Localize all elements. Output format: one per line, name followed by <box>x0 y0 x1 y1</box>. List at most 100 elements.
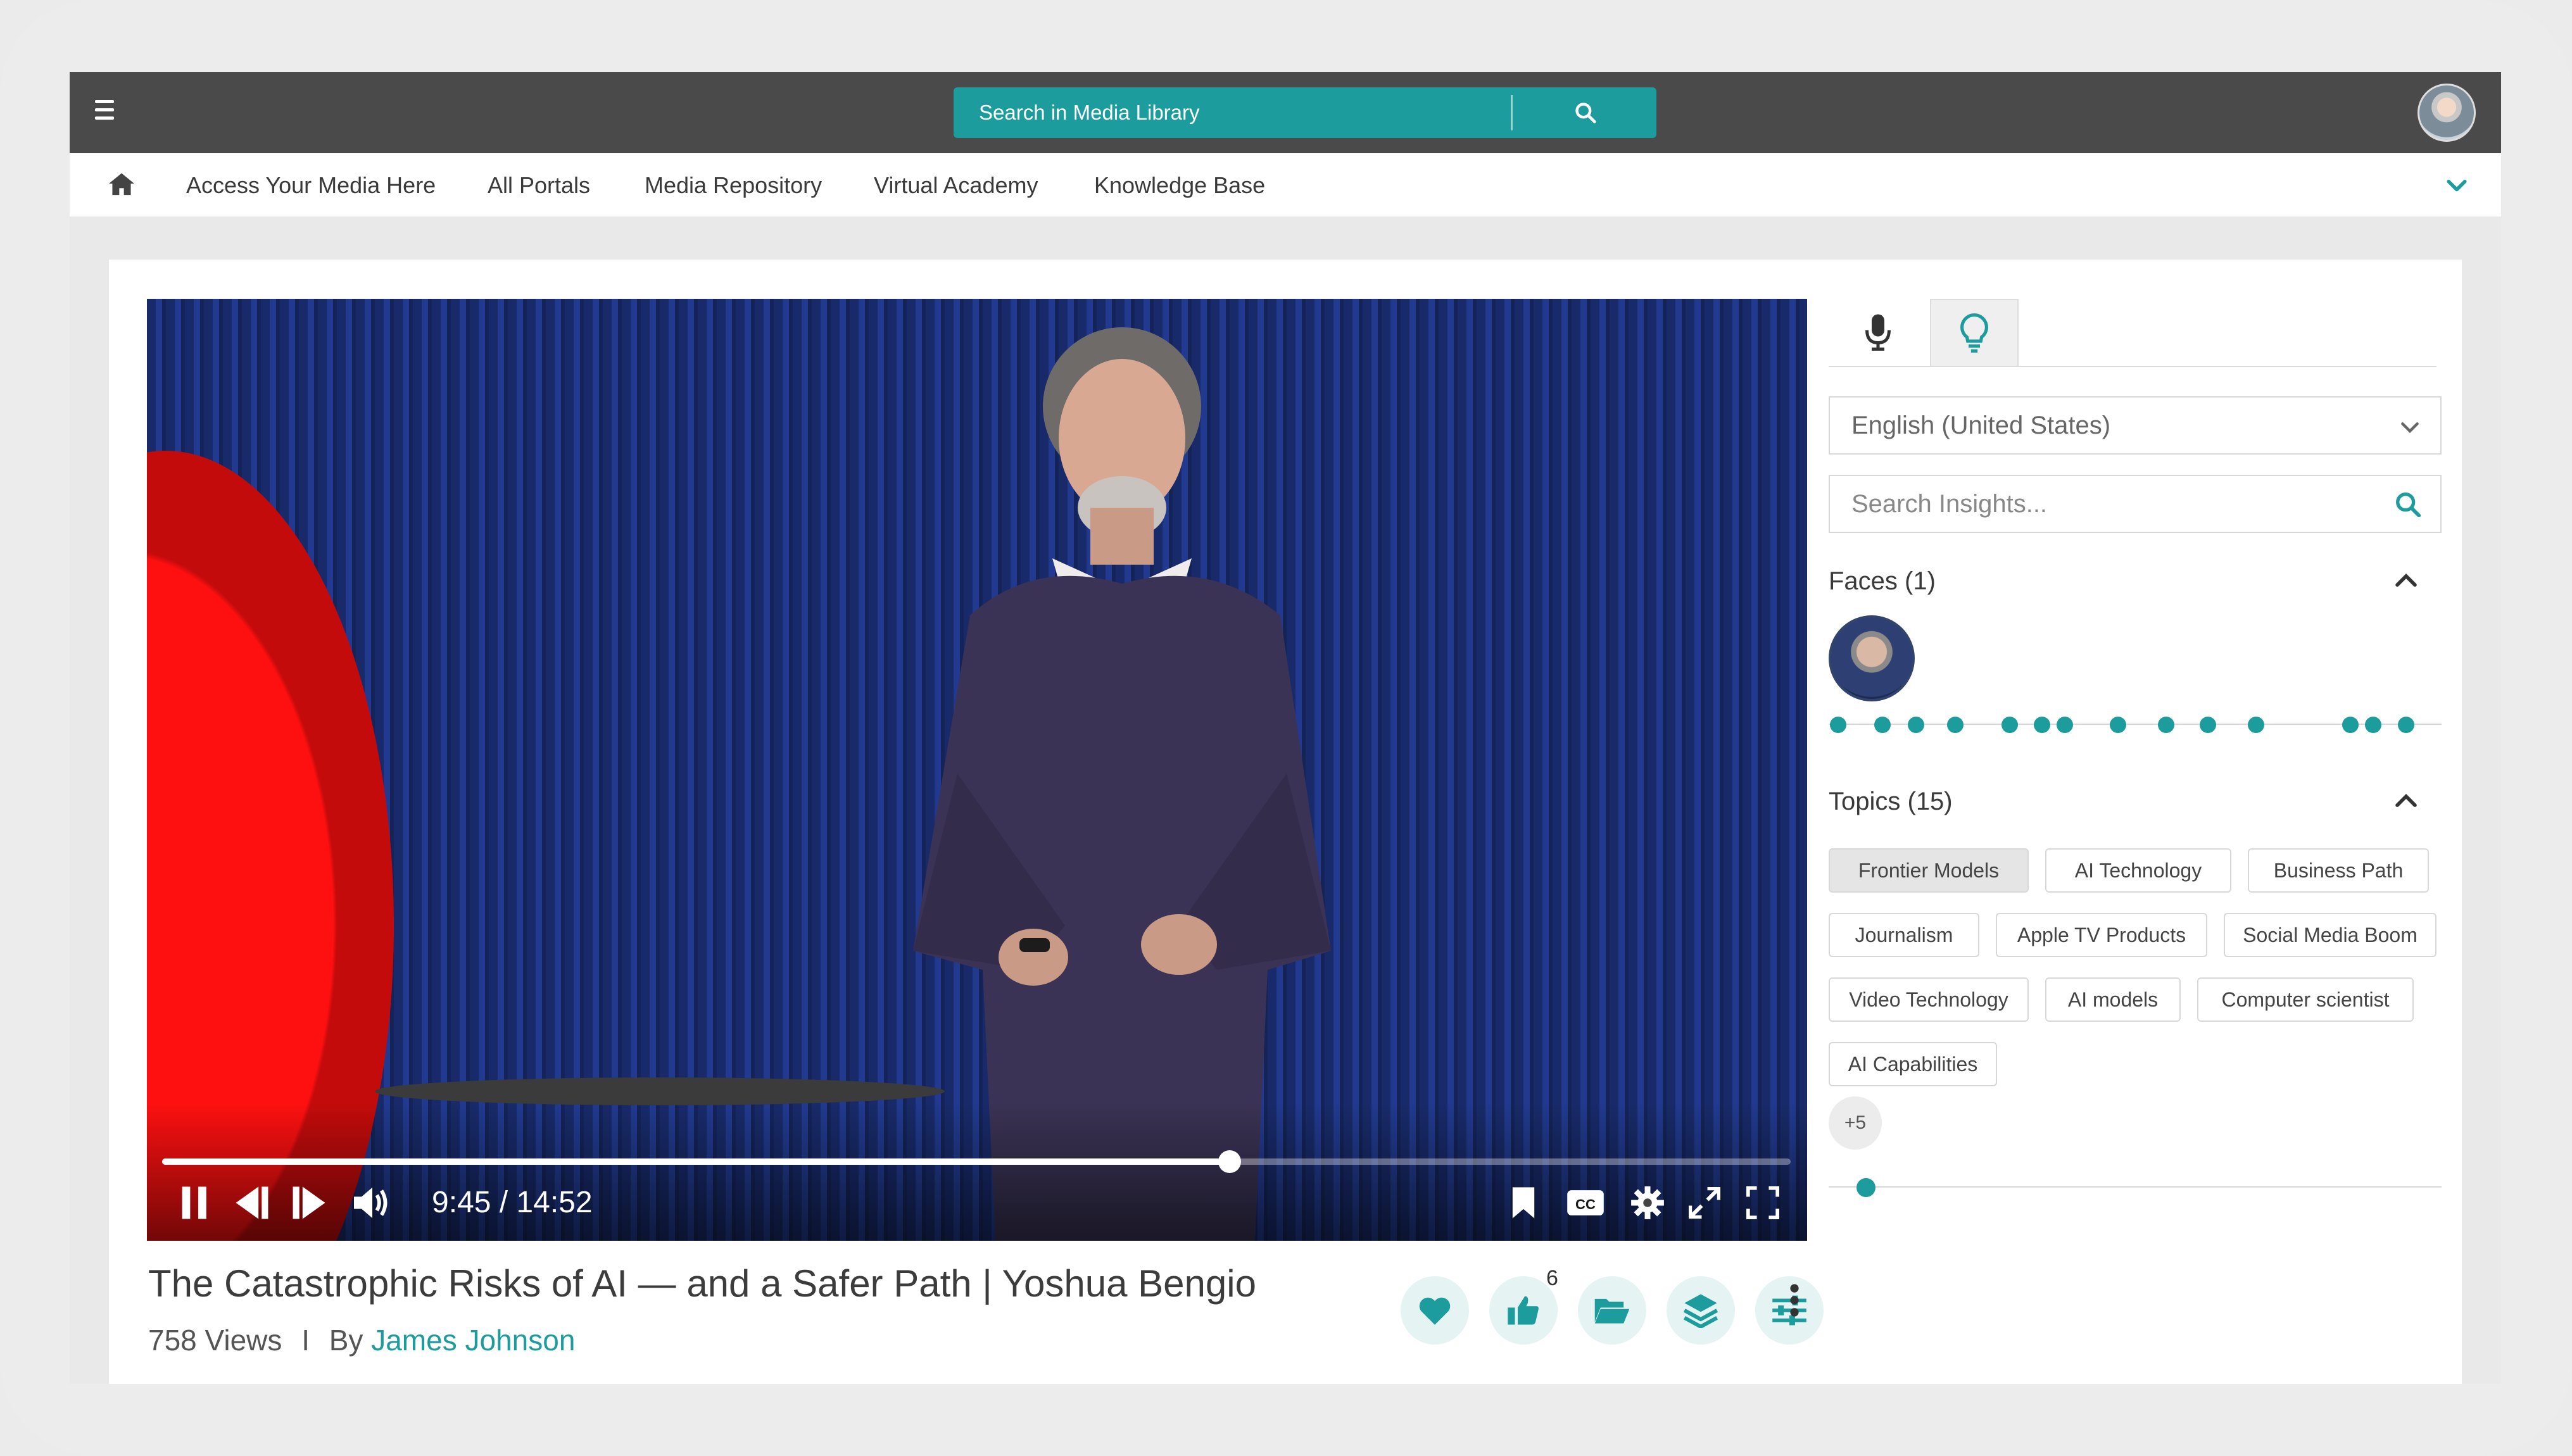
media-search-bar <box>954 87 1656 138</box>
media-search-input[interactable] <box>954 87 1511 138</box>
appearance-marker[interactable] <box>2200 717 2217 733</box>
search-icon <box>1575 103 1596 123</box>
face-timeline <box>1829 715 2442 734</box>
home-link[interactable] <box>108 171 136 199</box>
pause-button[interactable] <box>175 1177 215 1228</box>
fullscreen-button[interactable] <box>1743 1177 1783 1228</box>
expand-button[interactable] <box>1684 1177 1725 1228</box>
nav-item-all-portals[interactable]: All Portals <box>488 172 590 199</box>
meta-separator: I <box>301 1324 310 1357</box>
appearance-marker[interactable] <box>1829 717 1846 733</box>
chevron-up-icon[interactable] <box>2391 785 2421 815</box>
appearance-marker[interactable] <box>2342 717 2359 733</box>
fullscreen-icon <box>1746 1186 1779 1219</box>
topic-chip[interactable]: Computer scientist <box>2197 977 2414 1022</box>
seek-bar[interactable] <box>162 1150 1791 1173</box>
gear-icon <box>1631 1186 1664 1219</box>
chevron-down-icon <box>2447 179 2467 192</box>
like-count: 6 <box>1546 1266 1558 1290</box>
topic-chip[interactable]: AI models <box>2045 977 2181 1022</box>
favorite-button[interactable] <box>1401 1276 1469 1345</box>
microphone-icon <box>1865 314 1891 351</box>
more-options-button[interactable] <box>1788 1284 1801 1320</box>
add-to-folder-button[interactable] <box>1578 1276 1646 1345</box>
forward-button[interactable] <box>287 1177 331 1228</box>
time-display: 9:45 / 14:52 <box>432 1186 593 1219</box>
more-topics-button[interactable]: +5 <box>1829 1096 1882 1150</box>
topic-chip[interactable]: Frontier Models <box>1829 848 2029 893</box>
volume-button[interactable] <box>347 1177 398 1228</box>
chevron-up-icon[interactable] <box>2391 565 2421 595</box>
chevron-down-icon <box>2401 422 2419 434</box>
appearance-marker[interactable] <box>2109 717 2126 733</box>
step-back-icon <box>236 1186 268 1219</box>
appearance-marker[interactable] <box>1947 717 1964 733</box>
view-count: 758 Views <box>148 1324 282 1357</box>
topic-chip[interactable]: Business Path <box>2248 848 2429 893</box>
lightbulb-icon <box>1960 313 1988 353</box>
appearance-marker[interactable] <box>2397 717 2414 733</box>
nav-expand-button[interactable] <box>2443 172 2471 203</box>
appearance-marker[interactable] <box>2001 717 2018 733</box>
by-label: By <box>329 1324 363 1357</box>
content-card: 9:45 / 14:52 CC The Catastrophic Risks o… <box>109 260 2462 1384</box>
tab-insights[interactable] <box>1930 299 2019 366</box>
insights-search-input[interactable] <box>1830 476 2362 532</box>
nav-item-access-media[interactable]: Access Your Media Here <box>186 172 436 199</box>
video-title: The Catastrophic Risks of AI — and a Saf… <box>148 1262 1256 1305</box>
menu-icon[interactable] <box>95 100 114 125</box>
rewind-button[interactable] <box>230 1177 274 1228</box>
kebab-menu-icon <box>1790 1284 1799 1317</box>
layers-icon <box>1683 1294 1718 1328</box>
thumbs-up-icon <box>1508 1296 1539 1325</box>
insights-panel: English (United States) Faces (1) Topics… <box>1829 299 2443 1248</box>
volume-icon <box>354 1187 388 1219</box>
video-meta: 758 Views I By James Johnson <box>148 1323 575 1357</box>
face-thumbnail[interactable] <box>1829 615 1915 701</box>
topic-chip[interactable]: AI Technology <box>2045 848 2231 893</box>
top-bar <box>70 72 2501 153</box>
user-avatar[interactable] <box>2418 84 2476 142</box>
settings-button[interactable] <box>1626 1177 1669 1228</box>
nav-item-virtual-academy[interactable]: Virtual Academy <box>874 172 1038 199</box>
appearance-marker[interactable] <box>2364 717 2381 733</box>
seek-bar-played <box>162 1158 1230 1165</box>
author-link[interactable]: James Johnson <box>371 1324 575 1357</box>
search-button[interactable] <box>1514 87 1656 138</box>
appearance-marker[interactable] <box>2247 717 2264 733</box>
insights-search <box>1829 475 2442 533</box>
step-forward-icon <box>293 1186 325 1219</box>
faces-title: Faces (1) <box>1829 567 1936 595</box>
topic-chip[interactable]: AI Capabilities <box>1829 1042 1997 1086</box>
topic-chip[interactable]: Social Media Boom <box>2224 913 2436 957</box>
layers-button[interactable] <box>1667 1276 1735 1345</box>
expand-arrows-icon <box>1689 1187 1720 1219</box>
bookmark-button[interactable] <box>1504 1177 1542 1228</box>
topic-timeline-track <box>1829 1186 2442 1188</box>
heart-icon <box>1419 1297 1451 1325</box>
language-select[interactable]: English (United States) <box>1829 396 2442 455</box>
appearance-marker[interactable] <box>1857 1178 1876 1197</box>
appearance-marker[interactable] <box>2033 717 2050 733</box>
appearance-marker[interactable] <box>2158 717 2175 733</box>
nav-item-knowledge-base[interactable]: Knowledge Base <box>1094 172 1265 199</box>
pause-icon <box>182 1186 206 1219</box>
appearance-marker[interactable] <box>2056 717 2073 733</box>
search-divider <box>1511 95 1513 130</box>
captions-button[interactable]: CC <box>1561 1177 1610 1228</box>
language-value: English (United States) <box>1851 411 2111 439</box>
tab-transcript[interactable] <box>1834 299 1922 365</box>
closed-captions-icon: CC <box>1567 1190 1604 1215</box>
appearance-marker[interactable] <box>1874 717 1891 733</box>
nav-item-media-repository[interactable]: Media Repository <box>645 172 822 199</box>
topic-chip[interactable]: Video Technology <box>1829 977 2029 1022</box>
topic-timeline <box>1829 1177 2442 1197</box>
app-window: Access Your Media Here All Portals Media… <box>70 72 2501 1384</box>
bookmark-icon <box>1512 1187 1535 1219</box>
folder-open-icon <box>1594 1298 1630 1324</box>
video-player[interactable]: 9:45 / 14:52 CC <box>147 299 1807 1241</box>
appearance-marker[interactable] <box>1908 717 1925 733</box>
topic-chip[interactable]: Apple TV Products <box>1996 913 2207 957</box>
search-icon[interactable] <box>2393 490 2423 519</box>
topic-chip[interactable]: Journalism <box>1829 913 1979 957</box>
